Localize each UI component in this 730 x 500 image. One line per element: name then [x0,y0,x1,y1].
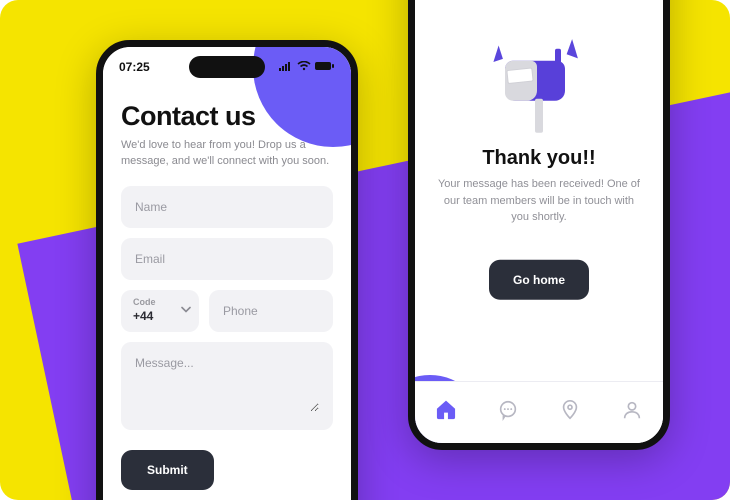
signal-icon [279,60,293,74]
message-input[interactable] [135,356,319,412]
phone-input[interactable] [223,304,319,318]
name-field[interactable] [121,186,333,228]
submit-button[interactable]: Submit [121,450,214,490]
phone-contact: 07:25 Contact us We'd love to hear from … [96,40,358,500]
bottom-nav [415,381,663,443]
thankyou-title: Thank you!! [482,147,595,170]
status-time: 07:25 [119,60,150,74]
go-home-button[interactable]: Go home [489,259,589,299]
page-subtitle: We'd love to hear from you! Drop us a me… [121,138,333,170]
nav-profile[interactable] [601,382,663,443]
phone-thankyou: Thank you!! Your message has been receiv… [408,0,670,450]
contact-screen: Contact us We'd love to hear from you! D… [103,47,351,490]
home-icon [435,399,457,426]
message-field[interactable] [121,342,333,430]
country-code-select[interactable]: Code +44 [121,290,199,332]
battery-icon [315,60,335,74]
contact-form: Code +44 Submit [121,186,333,490]
nav-home[interactable] [415,382,477,443]
email-input[interactable] [135,252,319,266]
app-showcase: 07:25 Contact us We'd love to hear from … [0,0,730,500]
chevron-down-icon [181,304,191,317]
thankyou-screen: Thank you!! Your message has been receiv… [415,41,663,300]
status-icons [279,60,335,74]
wifi-icon [297,60,311,74]
dynamic-island [189,56,265,78]
page-title: Contact us [121,101,333,132]
email-field[interactable] [121,238,333,280]
thankyou-subtitle: Your message has been received! One of o… [435,176,643,226]
location-icon [559,399,581,426]
profile-icon [621,399,643,426]
nav-location[interactable] [539,382,601,443]
phone-field[interactable] [209,290,333,332]
nav-chat[interactable] [477,382,539,443]
name-input[interactable] [135,200,319,214]
chat-icon [497,399,519,426]
mailbox-icon [497,41,581,137]
